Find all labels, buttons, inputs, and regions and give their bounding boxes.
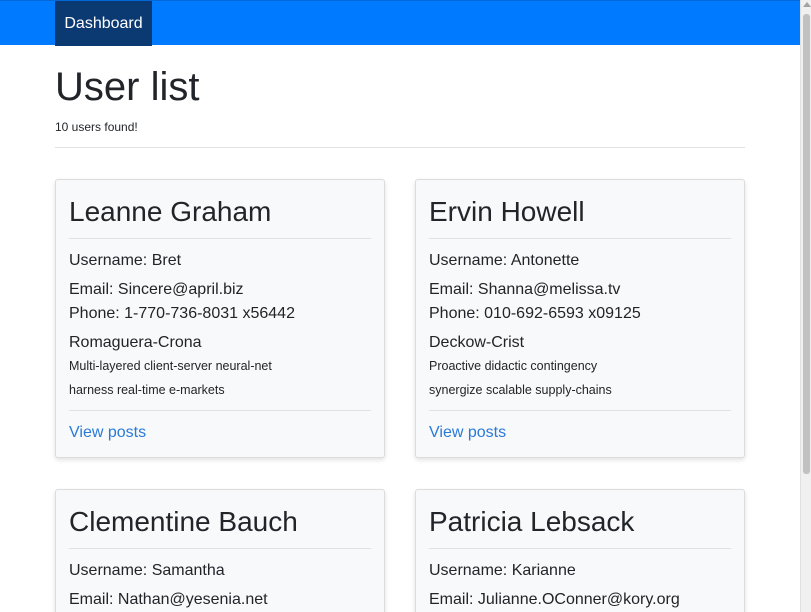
user-bs: synergize scalable supply-chains (429, 383, 612, 397)
vertical-scrollbar[interactable] (800, 0, 811, 612)
user-name: Clementine Bauch (69, 506, 298, 537)
user-email: Email: Nathan@yesenia.net (69, 591, 268, 608)
user-card: Patricia Lebsack Username: Karianne Emai… (415, 489, 745, 612)
view-posts-link[interactable]: View posts (429, 424, 506, 442)
user-name: Patricia Lebsack (429, 506, 635, 537)
page-title: User list (55, 65, 200, 109)
dashboard-nav-link[interactable]: Dashboard (55, 1, 152, 46)
card-divider (69, 410, 371, 411)
user-catch-phrase: Multi-layered client-server neural-net (69, 359, 272, 373)
user-username: Username: Bret (69, 252, 182, 269)
user-username: Username: Karianne (429, 562, 576, 579)
user-username: Username: Samantha (69, 562, 225, 579)
user-email: Email: Shanna@melissa.tv (429, 281, 621, 298)
card-divider (429, 410, 731, 411)
card-divider (429, 238, 731, 239)
user-name: Ervin Howell (429, 196, 585, 227)
user-card: Leanne Graham Username: Bret Email: Sinc… (55, 179, 385, 458)
user-bs: harness real-time e-markets (69, 383, 225, 397)
user-card: Clementine Bauch Username: Samantha Emai… (55, 489, 385, 612)
users-count: 10 users found! (55, 120, 138, 134)
view-posts-link[interactable]: View posts (69, 424, 146, 442)
user-email: Email: Julianne.OConner@kory.org (429, 591, 680, 608)
card-divider (429, 548, 731, 549)
card-divider (69, 548, 371, 549)
user-card: Ervin Howell Username: Antonette Email: … (415, 179, 745, 458)
scroll-up-icon[interactable] (803, 2, 811, 7)
main-content: User list 10 users found! Leanne Graham … (55, 45, 745, 612)
user-phone: Phone: 1-770-736-8031 x56442 (69, 305, 295, 322)
top-navbar: Dashboard (0, 0, 800, 46)
user-username: Username: Antonette (429, 252, 580, 269)
user-company: Deckow-Crist (429, 334, 525, 351)
header-divider (55, 147, 745, 148)
user-phone: Phone: 010-692-6593 x09125 (429, 305, 641, 322)
user-company: Romaguera-Crona (69, 334, 202, 351)
card-divider (69, 238, 371, 239)
user-email: Email: Sincere@april.biz (69, 281, 244, 298)
scroll-thumb[interactable] (803, 14, 810, 474)
user-name: Leanne Graham (69, 196, 272, 227)
user-catch-phrase: Proactive didactic contingency (429, 359, 598, 373)
